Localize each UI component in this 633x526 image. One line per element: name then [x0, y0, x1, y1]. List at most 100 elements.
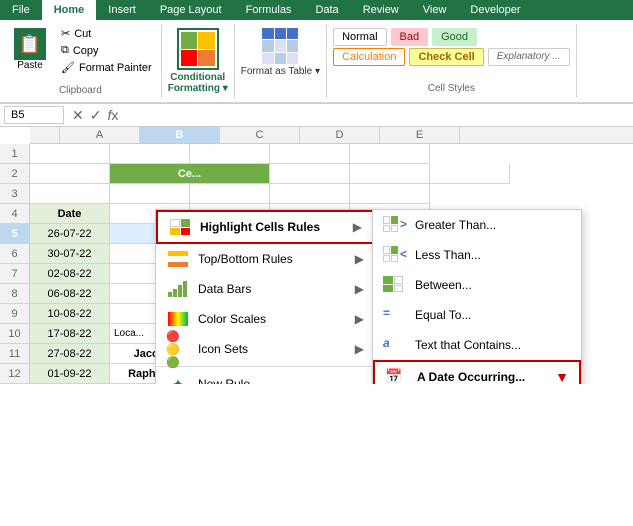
cf-submenu[interactable]: > Greater Than... <: [372, 209, 582, 384]
paste-button[interactable]: 📋 Paste: [6, 26, 54, 75]
style-row-2: Calculation Check Cell Explanatory ...: [333, 48, 570, 66]
equal-to-icon: =: [383, 306, 407, 324]
clipboard-label: Clipboard: [59, 83, 102, 96]
confirm-icon[interactable]: ✓: [90, 107, 102, 124]
cell-b1[interactable]: [110, 144, 190, 164]
calculation-style[interactable]: Calculation: [333, 48, 405, 66]
cell-a3[interactable]: [30, 184, 110, 204]
colorscales-label: Color Scales: [198, 312, 266, 326]
tab-formulas[interactable]: Formulas: [234, 0, 304, 20]
cell-a10[interactable]: 17-08-22: [30, 324, 110, 344]
colorscale-preview: [168, 312, 188, 326]
tab-data[interactable]: Data: [303, 0, 350, 20]
tab-insert[interactable]: Insert: [96, 0, 148, 20]
clipboard-group: 📋 Paste ✂ Cut ⧉ Copy 🖌 Format Painter: [0, 24, 162, 98]
row-header-2: 2: [0, 164, 30, 184]
normal-style[interactable]: Normal: [333, 28, 386, 46]
cf-menu-topbottom[interactable]: Top/Bottom Rules ▶: [156, 244, 374, 274]
row-header-8: 8: [0, 284, 30, 304]
iconsets-preview: 🔴🟡🟢: [166, 330, 190, 369]
submenu-less-than[interactable]: < Less Than...: [373, 240, 581, 270]
explanatory-style[interactable]: Explanatory ...: [488, 48, 570, 66]
bad-style[interactable]: Bad: [391, 28, 429, 46]
tab-review[interactable]: Review: [351, 0, 411, 20]
cancel-icon[interactable]: ✕: [72, 107, 84, 124]
formula-input[interactable]: [126, 109, 629, 121]
submenu-text-contains[interactable]: a Text that Contains...: [373, 330, 581, 360]
cf-menu-databars[interactable]: Data Bars ▶: [156, 274, 374, 304]
cf-icon-cell-4: [198, 50, 215, 67]
equal-to-label: Equal To...: [415, 308, 471, 322]
conditional-formatting-button[interactable]: ConditionalFormatting ▾: [162, 24, 235, 98]
cell-b3[interactable]: [110, 184, 190, 204]
submenu-between[interactable]: Between...: [373, 270, 581, 300]
function-icon[interactable]: fx: [107, 107, 118, 124]
formula-icons: ✕ ✓ fx: [68, 107, 122, 124]
cell-e3[interactable]: [350, 184, 430, 204]
iconsets-arrow: ▶: [355, 342, 364, 356]
cell-d3[interactable]: [270, 184, 350, 204]
highlight-cells-icon: [168, 218, 192, 236]
cell-a9[interactable]: 10-08-22: [30, 304, 110, 324]
between-icon: [383, 276, 407, 294]
cell-a1[interactable]: [30, 144, 110, 164]
between-label: Between...: [415, 278, 472, 292]
tab-home[interactable]: Home: [42, 0, 97, 20]
row-header-4: 4: [0, 204, 30, 224]
format-as-table-button[interactable]: Format as Table ▾: [235, 24, 327, 98]
colorscales-arrow: ▶: [355, 312, 364, 326]
paint-brush-icon: 🖌: [61, 61, 75, 74]
cell-a11[interactable]: 27-08-22: [30, 344, 110, 364]
highlight-mini-icon: [170, 219, 190, 235]
paste-icon: 📋: [14, 28, 46, 60]
cf-icon-cell-1: [181, 32, 198, 49]
tab-file[interactable]: File: [0, 0, 42, 20]
text-contains-label: Text that Contains...: [415, 338, 521, 352]
name-box[interactable]: [4, 106, 64, 124]
cell-a2[interactable]: [30, 164, 110, 184]
good-style[interactable]: Good: [432, 28, 477, 46]
submenu-greater-than[interactable]: > Greater Than...: [373, 210, 581, 240]
cell-c3[interactable]: [190, 184, 270, 204]
cell-a5[interactable]: 26-07-22: [30, 224, 110, 244]
cf-menu-iconsets[interactable]: 🔴🟡🟢 Icon Sets ▶: [156, 334, 374, 364]
highlight-cells-label: Highlight Cells Rules: [200, 220, 320, 234]
submenu-equal-to[interactable]: = Equal To...: [373, 300, 581, 330]
row-header-5: 5: [0, 224, 30, 244]
col-header-c: C: [220, 127, 300, 143]
tab-page-layout[interactable]: Page Layout: [148, 0, 234, 20]
cell-c1[interactable]: [190, 144, 270, 164]
format-painter-button[interactable]: 🖌 Format Painter: [58, 60, 155, 75]
cf-menu-newrule[interactable]: ✦ New Rule...: [156, 369, 374, 384]
styles-group: Normal Bad Good Calculation Check Cell E…: [327, 24, 577, 98]
cf-dropdown-menu[interactable]: Highlight Cells Rules ▶ Top/Bottom Rules…: [155, 209, 375, 384]
check-cell-style[interactable]: Check Cell: [409, 48, 483, 66]
greater-than-label: Greater Than...: [415, 218, 496, 232]
cell-d1[interactable]: [270, 144, 350, 164]
cell-c2[interactable]: [270, 164, 350, 184]
tab-developer[interactable]: Developer: [458, 0, 532, 20]
cell-a12[interactable]: 01-09-22: [30, 364, 110, 384]
cf-menu-highlight-cells[interactable]: Highlight Cells Rules ▶: [156, 210, 374, 244]
cell-e1[interactable]: [350, 144, 430, 164]
cell-a4[interactable]: Date: [30, 204, 110, 224]
paste-label: Paste: [17, 60, 43, 71]
cell-a7[interactable]: 02-08-22: [30, 264, 110, 284]
cf-icon: [177, 28, 219, 70]
cell-b2[interactable]: Ce...: [110, 164, 270, 184]
cell-e2[interactable]: [430, 164, 510, 184]
clipboard-small-buttons: ✂ Cut ⧉ Copy 🖌 Format Painter: [58, 26, 155, 75]
tab-view[interactable]: View: [411, 0, 459, 20]
text-contains-icon: a: [383, 336, 407, 354]
cf-icon-cell-2: [198, 32, 215, 49]
databars-arrow: ▶: [355, 282, 364, 296]
copy-button[interactable]: ⧉ Copy: [58, 43, 155, 58]
cell-a8[interactable]: 06-08-22: [30, 284, 110, 304]
topbottom-icon: [166, 250, 190, 268]
cf-label-text: ConditionalFormatting ▾: [168, 72, 228, 94]
submenu-date-occurring[interactable]: 📅 A Date Occurring... ▼: [373, 360, 581, 384]
cut-button[interactable]: ✂ Cut: [58, 26, 155, 41]
ribbon: File Home Insert Page Layout Formulas Da…: [0, 0, 633, 104]
cell-d2[interactable]: [350, 164, 430, 184]
cell-a6[interactable]: 30-07-22: [30, 244, 110, 264]
